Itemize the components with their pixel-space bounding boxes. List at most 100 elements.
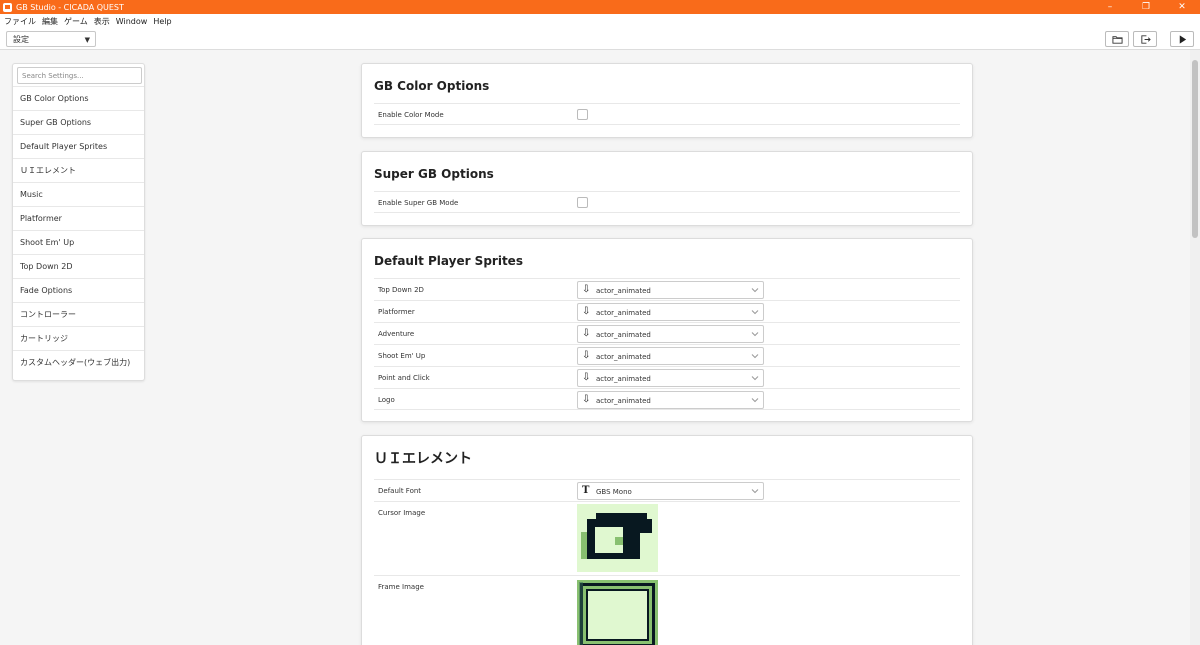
sidebar-item-default-player-sprites[interactable]: Default Player Sprites bbox=[13, 134, 144, 158]
chevron-down-icon bbox=[751, 332, 759, 337]
sidebar-item-custom-header[interactable]: カスタムヘッダー(ウェブ出力) bbox=[13, 350, 144, 374]
sprite-arrow-down-icon: ⇩ bbox=[582, 394, 591, 405]
sprite-select-value: actor_animated bbox=[596, 375, 651, 383]
toolbar: 設定 ▼ bbox=[0, 28, 1200, 50]
menu-help[interactable]: Help bbox=[153, 17, 171, 26]
setting-label: Adventure bbox=[378, 330, 415, 338]
sprite-select[interactable]: ⇩ actor_animated bbox=[577, 369, 764, 387]
play-button[interactable] bbox=[1170, 31, 1194, 47]
caret-down-icon: ▼ bbox=[84, 36, 90, 44]
menu-edit[interactable]: 編集 bbox=[42, 16, 58, 27]
export-icon bbox=[1140, 34, 1151, 44]
default-font-row: Default Font T GBS Mono bbox=[374, 479, 960, 501]
menu-window[interactable]: Window bbox=[116, 17, 148, 26]
sprite-arrow-down-icon: ⇩ bbox=[582, 284, 591, 295]
window-controls: – ❐ ✕ bbox=[1092, 0, 1200, 14]
ui-elements-card: ＵＩエレメント Default Font T GBS Mono Cursor I… bbox=[361, 435, 973, 645]
setting-label: Cursor Image bbox=[378, 509, 426, 517]
minimize-button[interactable]: – bbox=[1092, 0, 1128, 14]
setting-label: Frame Image bbox=[378, 583, 424, 591]
sidebar-item-fade-options[interactable]: Fade Options bbox=[13, 278, 144, 302]
sidebar-item-gb-color[interactable]: GB Color Options bbox=[13, 86, 144, 110]
section-title: GB Color Options bbox=[374, 79, 490, 93]
main-scrollbar[interactable] bbox=[1190, 50, 1200, 645]
sidebar-item-controller[interactable]: コントローラー bbox=[13, 302, 144, 326]
sidebar-item-platformer[interactable]: Platformer bbox=[13, 206, 144, 230]
sprite-rows: Top Down 2D ⇩ actor_animated Platformer … bbox=[374, 278, 960, 410]
title-bar: GB Studio - CICADA QUEST – ❐ ✕ bbox=[0, 0, 1200, 14]
sprite-arrow-down-icon: ⇩ bbox=[582, 328, 591, 339]
sprite-row-platformer: Platformer ⇩ actor_animated bbox=[374, 300, 960, 322]
section-dropdown[interactable]: 設定 ▼ bbox=[6, 31, 96, 47]
section-dropdown-value: 設定 bbox=[13, 34, 29, 44]
font-select[interactable]: T GBS Mono bbox=[577, 482, 764, 500]
super-gb-options-card: Super GB Options Enable Super GB Mode bbox=[361, 151, 973, 226]
chevron-down-icon bbox=[751, 489, 759, 494]
cursor-image-preview[interactable] bbox=[577, 504, 658, 572]
sidebar-item-top-down-2d[interactable]: Top Down 2D bbox=[13, 254, 144, 278]
open-folder-button[interactable] bbox=[1105, 31, 1129, 47]
sprite-select[interactable]: ⇩ actor_animated bbox=[577, 281, 764, 299]
sprite-select-value: actor_animated bbox=[596, 331, 651, 339]
setting-label: Platformer bbox=[378, 308, 415, 316]
gb-color-options-card: GB Color Options Enable Color Mode bbox=[361, 63, 973, 138]
section-title: ＵＩエレメント bbox=[374, 451, 472, 467]
sidebar-item-ui-elements[interactable]: ＵＩエレメント bbox=[13, 158, 144, 182]
enable-color-mode-checkbox[interactable] bbox=[577, 109, 588, 120]
sidebar-item-music[interactable]: Music bbox=[13, 182, 144, 206]
gb-studio-app-icon bbox=[3, 2, 12, 12]
sprite-arrow-down-icon: ⇩ bbox=[582, 306, 591, 317]
sprite-row-logo: Logo ⇩ actor_animated bbox=[374, 388, 960, 410]
enable-super-gb-row: Enable Super GB Mode bbox=[374, 191, 960, 213]
sprite-row-adventure: Adventure ⇩ actor_animated bbox=[374, 322, 960, 344]
menu-file[interactable]: ファイル bbox=[4, 16, 36, 27]
gb-color-rows: Enable Color Mode bbox=[374, 103, 960, 125]
settings-sidebar: GB Color Options Super GB Options Defaul… bbox=[12, 63, 145, 381]
close-button[interactable]: ✕ bbox=[1164, 0, 1200, 14]
setting-label: Shoot Em' Up bbox=[378, 352, 426, 360]
sprite-select[interactable]: ⇩ actor_animated bbox=[577, 303, 764, 321]
sidebar-item-cartridge[interactable]: カートリッジ bbox=[13, 326, 144, 350]
maximize-button[interactable]: ❐ bbox=[1128, 0, 1164, 14]
menu-bar: ファイル 編集 ゲーム 表示 Window Help bbox=[0, 14, 1200, 28]
sidebar-item-shoot-em-up[interactable]: Shoot Em' Up bbox=[13, 230, 144, 254]
sprite-select[interactable]: ⇩ actor_animated bbox=[577, 391, 764, 409]
super-gb-rows: Enable Super GB Mode bbox=[374, 191, 960, 213]
folder-icon bbox=[1111, 35, 1123, 44]
sidebar-item-super-gb[interactable]: Super GB Options bbox=[13, 110, 144, 134]
enable-color-mode-row: Enable Color Mode bbox=[374, 103, 960, 125]
sprite-select-value: actor_animated bbox=[596, 353, 651, 361]
sprite-arrow-down-icon: ⇩ bbox=[582, 372, 591, 383]
sprite-row-top-down-2d: Top Down 2D ⇩ actor_animated bbox=[374, 278, 960, 300]
sprite-select[interactable]: ⇩ actor_animated bbox=[577, 347, 764, 365]
section-title: Super GB Options bbox=[374, 167, 494, 181]
ui-element-rows: Default Font T GBS Mono Cursor Image Fra… bbox=[374, 479, 960, 645]
scrollbar-thumb[interactable] bbox=[1192, 60, 1198, 238]
setting-label: Default Font bbox=[378, 487, 422, 495]
chevron-down-icon bbox=[751, 354, 759, 359]
sprite-select[interactable]: ⇩ actor_animated bbox=[577, 325, 764, 343]
frame-image-preview[interactable] bbox=[577, 580, 658, 645]
sprite-row-shoot-em-up: Shoot Em' Up ⇩ actor_animated bbox=[374, 344, 960, 366]
sprite-select-value: actor_animated bbox=[596, 287, 651, 295]
chevron-down-icon bbox=[751, 288, 759, 293]
menu-view[interactable]: 表示 bbox=[94, 16, 110, 27]
section-title: Default Player Sprites bbox=[374, 254, 523, 268]
menu-game[interactable]: ゲーム bbox=[64, 16, 88, 27]
setting-label: Point and Click bbox=[378, 374, 430, 382]
chevron-down-icon bbox=[751, 310, 759, 315]
export-button[interactable] bbox=[1133, 31, 1157, 47]
frame-image-row: Frame Image bbox=[374, 575, 960, 645]
setting-label: Logo bbox=[378, 396, 395, 404]
setting-label: Enable Color Mode bbox=[378, 111, 444, 119]
setting-label: Top Down 2D bbox=[378, 286, 424, 294]
sprite-select-value: actor_animated bbox=[596, 309, 651, 317]
search-settings-input[interactable] bbox=[17, 67, 142, 84]
font-select-value: GBS Mono bbox=[596, 488, 632, 496]
enable-super-gb-checkbox[interactable] bbox=[577, 197, 588, 208]
sprite-row-point-and-click: Point and Click ⇩ actor_animated bbox=[374, 366, 960, 388]
sprite-arrow-down-icon: ⇩ bbox=[582, 350, 591, 361]
font-icon: T bbox=[582, 485, 590, 496]
setting-label: Enable Super GB Mode bbox=[378, 199, 459, 207]
chevron-down-icon bbox=[751, 398, 759, 403]
